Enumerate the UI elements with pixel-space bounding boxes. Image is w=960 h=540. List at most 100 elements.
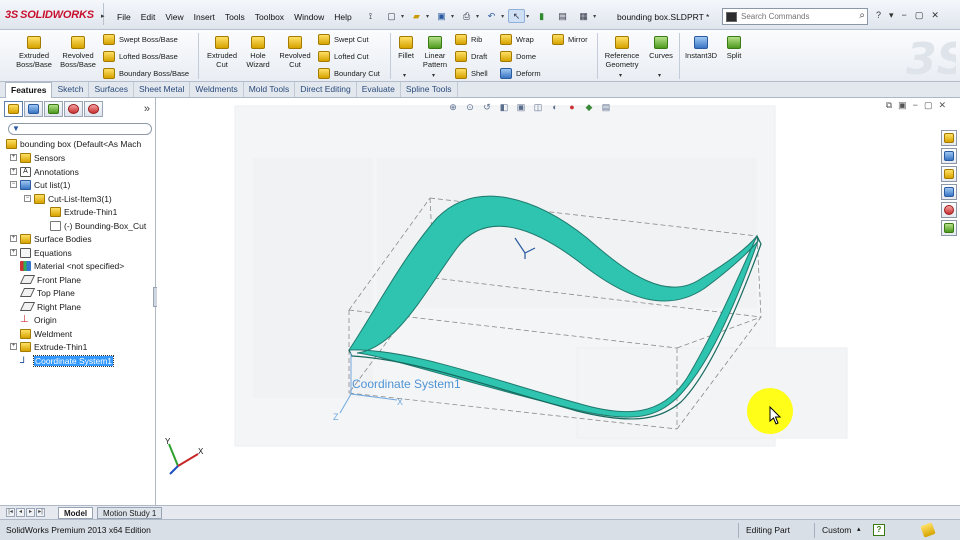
tab-weldments[interactable]: Weldments — [190, 82, 244, 97]
print-dropdown-icon[interactable]: ▾ — [476, 13, 479, 20]
menu-window[interactable]: Window — [289, 12, 329, 22]
collapse-icon[interactable]: − — [10, 181, 17, 188]
more-tabs-icon[interactable]: » — [144, 103, 150, 115]
help-icon[interactable]: ? — [876, 10, 881, 21]
file-properties-icon[interactable]: ▤ — [554, 9, 571, 23]
expand-icon[interactable]: + — [10, 168, 17, 175]
tab-spline-tools[interactable]: Spline Tools — [401, 82, 458, 97]
logo-menu-arrow-icon[interactable]: ▸ — [101, 12, 105, 20]
next-tab-icon[interactable]: ▸ — [26, 508, 35, 517]
print-icon[interactable]: ⎙ — [458, 9, 475, 23]
last-tab-icon[interactable]: ▸| — [36, 508, 45, 517]
quick-tips-icon[interactable]: ? — [873, 524, 885, 536]
save-dropdown-icon[interactable]: ▾ — [451, 13, 454, 20]
rib-button[interactable]: Rib — [455, 34, 482, 45]
tree-item-top-plane[interactable]: Top Plane — [19, 286, 75, 299]
task-pane-design-library-tab[interactable] — [941, 148, 957, 164]
solidworks-logo[interactable]: 3S SOLIDWORKS — [5, 3, 104, 25]
tree-item-coordinate-system[interactable]: ⅃ Coordinate System1 — [20, 354, 115, 367]
tab-sheet-metal[interactable]: Sheet Metal — [134, 82, 191, 97]
tree-item-cut-list-item[interactable]: − Cut-List-Item3(1) — [24, 192, 112, 205]
tree-item-extrude-thin-feature[interactable]: + Extrude-Thin1 — [10, 340, 87, 353]
undo-dropdown-icon[interactable]: ▾ — [501, 13, 504, 20]
menu-edit[interactable]: Edit — [136, 12, 161, 22]
menu-help[interactable]: Help — [329, 12, 356, 22]
display-manager-tab[interactable] — [84, 101, 103, 117]
tab-surfaces[interactable]: Surfaces — [89, 82, 134, 97]
revolved-cut-button[interactable]: Revolved Cut — [275, 36, 315, 69]
expand-icon[interactable]: + — [10, 235, 17, 242]
rebuild-status-icon[interactable] — [920, 522, 936, 538]
expand-icon[interactable]: + — [10, 154, 17, 161]
undo-icon[interactable]: ↶ — [483, 9, 500, 23]
select-arrow-icon[interactable]: ↖ — [508, 9, 526, 23]
tree-item-bounding-box-sketch[interactable]: (-) Bounding-Box_Cut — [50, 219, 146, 232]
tree-item-sensors[interactable]: + Sensors — [10, 151, 65, 164]
deform-button[interactable]: Deform — [500, 68, 541, 79]
tree-item-right-plane[interactable]: Right Plane — [19, 300, 81, 313]
mirror-button[interactable]: Mirror — [552, 34, 588, 45]
select-dropdown-icon[interactable]: ▾ — [526, 13, 529, 20]
configuration-manager-tab[interactable] — [44, 101, 63, 117]
tree-item-equations[interactable]: + Equations — [10, 246, 72, 259]
split-button[interactable]: Split — [723, 36, 745, 60]
swept-boss-button[interactable]: Swept Boss/Base — [103, 34, 178, 45]
boundary-boss-button[interactable]: Boundary Boss/Base — [103, 68, 189, 79]
feature-manager-tab[interactable] — [4, 101, 23, 117]
open-dropdown-icon[interactable]: ▾ — [426, 13, 429, 20]
search-input[interactable] — [741, 12, 851, 21]
menu-file[interactable]: File — [112, 12, 136, 22]
fillet-button[interactable]: Fillet — [394, 36, 418, 60]
reference-geometry-dropdown-icon[interactable]: ▾ — [619, 72, 622, 79]
tree-item-front-plane[interactable]: Front Plane — [19, 273, 81, 286]
prev-tab-icon[interactable]: ◂ — [16, 508, 25, 517]
extruded-cut-button[interactable]: Extruded Cut — [202, 36, 242, 69]
unit-system-selector[interactable]: Custom — [822, 525, 851, 535]
draft-button[interactable]: Draft — [455, 51, 487, 62]
task-pane-file-explorer-tab[interactable] — [941, 166, 957, 182]
task-pane-custom-properties-tab[interactable] — [941, 220, 957, 236]
tab-model[interactable]: Model — [58, 507, 94, 519]
task-pane-view-palette-tab[interactable] — [941, 184, 957, 200]
collapse-icon[interactable]: − — [24, 195, 31, 202]
new-dropdown-icon[interactable]: ▾ — [401, 13, 404, 20]
tab-evaluate[interactable]: Evaluate — [357, 82, 401, 97]
graphics-area[interactable]: ⊕ ⊙ ↺ ◧ ▣ ◫ ◐ ● ◆ ▤ ⧉ ▣ − ▢ ✕ X Z Coordi… — [157, 98, 960, 505]
dimxpert-manager-tab[interactable] — [64, 101, 83, 117]
pattern-dropdown-icon[interactable]: ▾ — [432, 72, 435, 79]
tree-item-surface-bodies[interactable]: + Surface Bodies — [10, 232, 92, 245]
swept-cut-button[interactable]: Swept Cut — [318, 34, 369, 45]
expand-icon[interactable]: + — [10, 343, 17, 350]
units-dropdown-icon[interactable]: ▴ — [857, 525, 861, 533]
task-pane-resources-tab[interactable] — [941, 130, 957, 146]
hole-wizard-button[interactable]: Hole Wizard — [243, 36, 273, 69]
lofted-cut-button[interactable]: Lofted Cut — [318, 51, 369, 62]
tree-item-extrude-thin-body[interactable]: Extrude-Thin1 — [50, 205, 117, 218]
tree-item-cut-list[interactable]: − Cut list(1) — [10, 178, 70, 191]
boundary-cut-button[interactable]: Boundary Cut — [318, 68, 380, 79]
expand-icon[interactable]: + — [10, 249, 17, 256]
tree-item-origin[interactable]: ⊥ Origin — [20, 313, 57, 326]
part-model-view[interactable]: X Z — [157, 98, 960, 505]
shell-button[interactable]: Shell — [455, 68, 488, 79]
options-dropdown-icon[interactable]: ▾ — [593, 13, 596, 20]
linear-pattern-button[interactable]: Linear Pattern — [418, 36, 452, 69]
menu-insert[interactable]: Insert — [189, 12, 220, 22]
tab-mold-tools[interactable]: Mold Tools — [244, 82, 296, 97]
minimize-icon[interactable]: − — [902, 10, 907, 21]
open-folder-icon[interactable]: ▰ — [408, 9, 425, 23]
wrap-button[interactable]: Wrap — [500, 34, 534, 45]
options-icon[interactable]: ▦ — [575, 9, 592, 23]
save-icon[interactable]: ▣ — [433, 9, 450, 23]
reference-geometry-button[interactable]: Reference Geometry — [600, 36, 644, 69]
tree-item-weldment[interactable]: Weldment — [20, 327, 72, 340]
tab-direct-editing[interactable]: Direct Editing — [295, 82, 357, 97]
tree-item-material[interactable]: Material <not specified> — [20, 259, 124, 272]
tab-features[interactable]: Features — [5, 82, 53, 98]
menu-toolbox[interactable]: Toolbox — [250, 12, 289, 22]
tree-filter[interactable]: ▼ — [8, 123, 152, 135]
property-manager-tab[interactable] — [24, 101, 43, 117]
extruded-boss-button[interactable]: Extruded Boss/Base — [12, 36, 56, 69]
close-icon[interactable]: ✕ — [931, 10, 939, 21]
fillet-dropdown-icon[interactable]: ▾ — [403, 72, 406, 79]
